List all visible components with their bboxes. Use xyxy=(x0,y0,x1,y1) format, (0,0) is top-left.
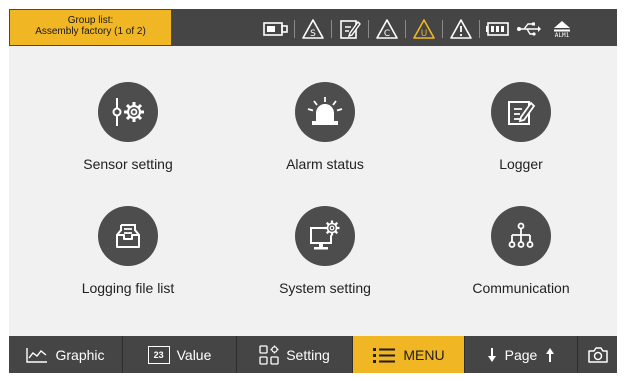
edit-note-icon xyxy=(337,18,363,40)
network-icon xyxy=(491,206,551,266)
setting-button[interactable]: Setting xyxy=(237,336,353,373)
graphic-button[interactable]: Graphic xyxy=(9,336,123,373)
system-setting-label: System setting xyxy=(279,280,371,296)
alarm-status-tile[interactable]: Alarm status xyxy=(235,82,415,202)
s-warning-icon: S xyxy=(300,18,326,40)
divider xyxy=(368,20,369,38)
divider xyxy=(479,20,480,38)
eject-alarm-indicator: ALM1 xyxy=(547,14,577,44)
alarm-label: ALM1 xyxy=(554,31,570,39)
system-monitor-icon xyxy=(295,206,355,266)
divider xyxy=(294,20,295,38)
arrow-down-icon xyxy=(487,347,496,362)
communication-tile[interactable]: Communication xyxy=(431,206,611,326)
value-button[interactable]: 23 Value xyxy=(123,336,237,373)
screenshot-button[interactable] xyxy=(578,336,617,373)
usb-icon xyxy=(516,18,542,40)
divider xyxy=(442,20,443,38)
svg-text:C: C xyxy=(384,29,390,39)
setting-grid-icon xyxy=(259,344,279,365)
group-list-value: Assembly factory (1 of 2) xyxy=(35,26,146,37)
divider xyxy=(405,20,406,38)
group-list-indicator[interactable]: Group list: Assembly factory (1 of 2) xyxy=(9,9,172,46)
communication-label: Communication xyxy=(472,280,570,296)
graph-icon xyxy=(26,347,48,363)
arrow-up-icon xyxy=(546,347,555,362)
svg-text:U: U xyxy=(421,29,428,39)
status-bar: Group list: Assembly factory (1 of 2) S … xyxy=(9,9,617,46)
system-setting-tile[interactable]: System setting xyxy=(235,206,415,326)
value-label: Value xyxy=(176,346,212,363)
logger-tile[interactable]: Logger xyxy=(431,82,611,202)
value-icon: 23 xyxy=(147,345,170,364)
alarm-light-icon xyxy=(295,82,355,142)
list-icon xyxy=(373,347,396,363)
logging-file-list-tile[interactable]: Logging file list xyxy=(38,206,218,326)
sd-card-icon xyxy=(263,18,289,40)
logger-icon xyxy=(491,82,551,142)
c-warning-icon: C xyxy=(374,18,400,40)
graphic-label: Graphic xyxy=(55,346,105,363)
menu-label: MENU xyxy=(403,346,445,363)
status-icons: S C U ALM1 xyxy=(263,17,577,41)
sensor-setting-tile[interactable]: Sensor setting xyxy=(38,82,218,202)
divider xyxy=(331,20,332,38)
alarm-status-label: Alarm status xyxy=(286,156,364,172)
battery-icon xyxy=(485,18,511,40)
menu-button[interactable]: MENU xyxy=(353,336,465,373)
u-warning-icon: U xyxy=(411,18,437,40)
setting-label: Setting xyxy=(286,346,330,363)
warning-icon xyxy=(448,18,474,40)
logger-label: Logger xyxy=(499,156,543,172)
sensor-setting-icon xyxy=(98,82,158,142)
group-list-title: Group list: xyxy=(67,15,114,26)
camera-icon xyxy=(587,346,608,363)
device-screen: Group list: Assembly factory (1 of 2) S … xyxy=(9,9,617,373)
logging-file-list-label: Logging file list xyxy=(81,280,175,296)
page-button[interactable]: Page xyxy=(465,336,578,373)
page-label: Page xyxy=(504,346,538,363)
svg-text:S: S xyxy=(310,29,316,39)
bottom-navigation: Graphic 23 Value Setting MENU Page xyxy=(9,336,617,373)
eject-icon xyxy=(554,20,570,31)
file-tray-icon xyxy=(98,206,158,266)
sensor-setting-label: Sensor setting xyxy=(83,156,173,172)
